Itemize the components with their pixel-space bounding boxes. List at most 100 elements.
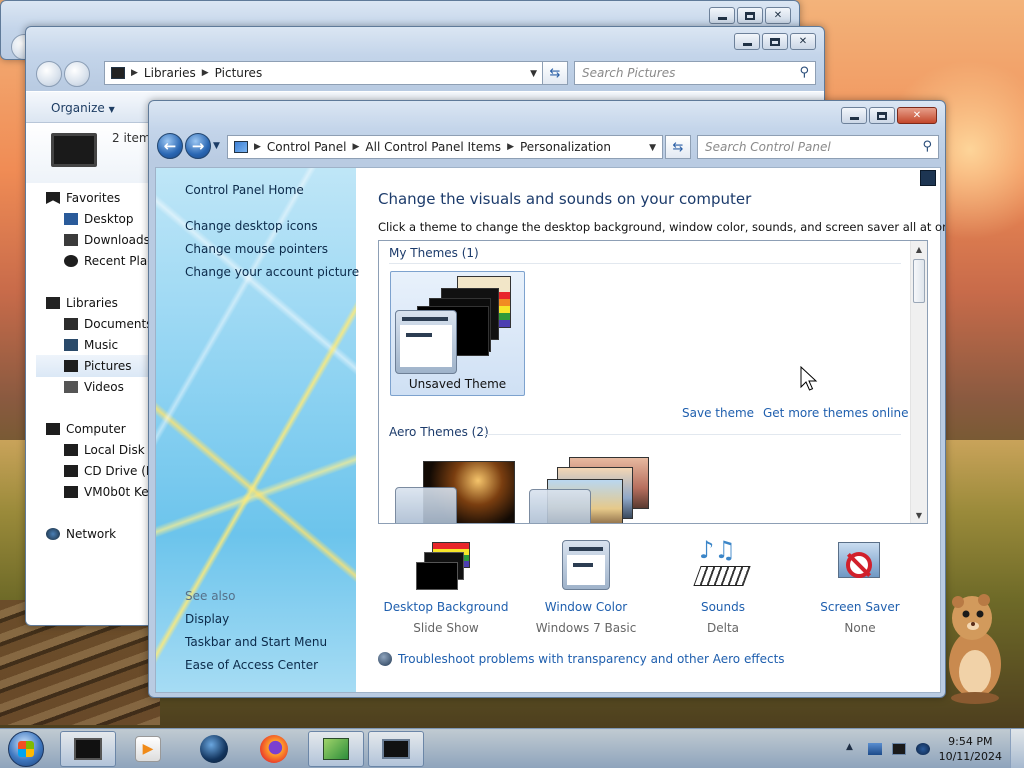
mouse-cursor-icon	[800, 366, 818, 391]
minimize-button[interactable]	[841, 107, 867, 124]
globe-icon	[200, 735, 228, 763]
refresh-icon: ⇆	[549, 65, 561, 81]
nav-pictures[interactable]: Pictures	[36, 355, 151, 377]
chevron-down-icon[interactable]: ▼	[530, 69, 537, 79]
organize-button[interactable]: Organize ▼	[51, 101, 115, 115]
unsaved-theme-label: Unsaved Theme	[408, 377, 507, 391]
control-panel-search-input[interactable]: Search Control Panel ⚲	[697, 135, 939, 159]
background-window-caption-buttons: ✕	[709, 7, 791, 24]
maximize-button[interactable]	[869, 107, 895, 124]
save-theme-link[interactable]: Save theme	[682, 406, 754, 420]
control-panel-caption-buttons: ✕	[841, 107, 937, 124]
page-description: Click a theme to change the desktop back…	[378, 220, 946, 234]
get-more-themes-link[interactable]: Get more themes online	[763, 406, 909, 420]
close-button[interactable]: ✕	[790, 33, 816, 50]
window-color-value: Windows 7 Basic	[535, 621, 637, 635]
breadcrumb-separator-icon: ▶	[201, 68, 209, 78]
ease-of-access-link[interactable]: Ease of Access Center	[185, 658, 318, 672]
themes-list[interactable]: My Themes (1) Unsaved Theme Save theme G…	[378, 240, 928, 524]
history-dropdown-icon[interactable]: ▼	[213, 141, 220, 151]
screen-saver-value: None	[844, 621, 876, 635]
maximize-button[interactable]	[762, 33, 788, 50]
media-player-icon: ▶	[135, 736, 161, 762]
libraries-icon	[46, 297, 60, 309]
close-button[interactable]: ✕	[765, 7, 791, 24]
computer-icon	[111, 67, 125, 79]
maximize-icon	[877, 111, 887, 120]
refresh-button[interactable]: ⇆	[665, 135, 691, 159]
explorer-search-input[interactable]: Search Pictures ⚲	[574, 61, 816, 85]
explorer-address-row: ▶ Libraries ▶ Pictures ▼ ⇆ Search Pictur…	[26, 57, 824, 87]
control-panel-window[interactable]: ✕ ← → ▼ ▶ Control Panel ▶ All Control Pa…	[148, 100, 946, 698]
show-hidden-icons-icon[interactable]: ▲	[846, 742, 853, 752]
forward-button[interactable]	[64, 61, 90, 87]
search-icon[interactable]: ⚲	[922, 139, 932, 154]
taskbar-browser-globe-button[interactable]	[186, 731, 242, 767]
music-icon	[64, 339, 78, 351]
taskbar-explorer-button[interactable]	[60, 731, 116, 767]
maximize-button[interactable]	[737, 7, 763, 24]
clock-time: 9:54 PM	[948, 735, 993, 748]
back-button[interactable]: ←	[157, 133, 183, 159]
troubleshoot-row[interactable]: Troubleshoot problems with transparency …	[378, 652, 785, 666]
unsaved-theme-tile[interactable]: Unsaved Theme	[390, 271, 525, 396]
change-mouse-pointers-link[interactable]: Change mouse pointers	[185, 242, 328, 256]
breadcrumb-control-panel[interactable]: Control Panel	[267, 140, 347, 154]
window-color-title[interactable]: Window Color	[511, 600, 661, 614]
aero-theme-color-preview	[529, 489, 591, 523]
taskbar-start-menu-link[interactable]: Taskbar and Start Menu	[185, 635, 327, 649]
start-button[interactable]	[8, 731, 44, 767]
network-icon[interactable]	[892, 743, 906, 755]
scroll-thumb[interactable]	[913, 259, 925, 303]
minimize-button[interactable]	[734, 33, 760, 50]
sounds-title[interactable]: Sounds	[648, 600, 798, 614]
breadcrumb-all-items[interactable]: All Control Panel Items	[365, 140, 501, 154]
task-pane: Control Panel Home Change desktop icons …	[156, 168, 359, 692]
breadcrumb-personalization[interactable]: Personalization	[520, 140, 611, 154]
taskbar-firefox-button[interactable]	[246, 731, 302, 767]
change-account-picture-link[interactable]: Change your account picture	[185, 265, 359, 279]
aero-theme-color-preview	[395, 487, 457, 523]
breadcrumb-libraries[interactable]: Libraries	[144, 66, 196, 80]
pictures-icon	[64, 360, 78, 372]
taskbar-pictures-button[interactable]	[368, 731, 424, 767]
documents-icon	[64, 318, 78, 330]
navigation-pane[interactable]: Favorites Desktop Downloads Recent Place…	[26, 183, 162, 623]
themes-scrollbar[interactable]: ▲ ▼	[910, 241, 927, 523]
minimize-button[interactable]	[709, 7, 735, 24]
scroll-up-icon[interactable]: ▲	[911, 241, 927, 257]
forward-button[interactable]: →	[185, 133, 211, 159]
scroll-down-icon[interactable]: ▼	[911, 507, 927, 523]
recent-places-icon	[64, 255, 78, 267]
control-panel-home-link[interactable]: Control Panel Home	[185, 183, 304, 197]
close-button[interactable]: ✕	[897, 107, 937, 124]
explorer-address-bar[interactable]: ▶ Libraries ▶ Pictures ▼	[104, 61, 544, 85]
sounds-item[interactable]: ♪♫ Sounds Delta	[648, 536, 798, 635]
troubleshoot-icon	[378, 652, 392, 666]
taskbar-control-panel-button[interactable]	[308, 731, 364, 767]
taskbar-media-player-button[interactable]: ▶	[120, 731, 176, 767]
close-icon: ✕	[912, 109, 922, 121]
control-panel-address-bar[interactable]: ▶ Control Panel ▶ All Control Panel Item…	[227, 135, 663, 159]
refresh-icon: ⇆	[672, 139, 684, 155]
breadcrumb-pictures[interactable]: Pictures	[215, 66, 263, 80]
desktop-background-item[interactable]: Desktop Background Slide Show	[371, 540, 521, 635]
change-desktop-icons-link[interactable]: Change desktop icons	[185, 219, 318, 233]
chevron-down-icon[interactable]: ▼	[649, 143, 656, 153]
volume-icon[interactable]	[916, 743, 930, 755]
back-button[interactable]	[36, 61, 62, 87]
troubleshoot-link[interactable]: Troubleshoot problems with transparency …	[398, 652, 785, 666]
display-link[interactable]: Display	[185, 612, 229, 626]
screen-saver-title[interactable]: Screen Saver	[785, 600, 935, 614]
window-color-item[interactable]: Window Color Windows 7 Basic	[511, 540, 661, 635]
tray-app-icon[interactable]	[868, 743, 882, 755]
screen-saver-item[interactable]: Screen Saver None	[785, 540, 935, 635]
show-desktop-button[interactable]	[1010, 729, 1024, 768]
system-clock[interactable]: 9:54 PM 10/11/2024	[939, 734, 1002, 764]
desktop-background-title[interactable]: Desktop Background	[371, 600, 521, 614]
computer-icon	[46, 423, 60, 435]
search-icon[interactable]: ⚲	[799, 65, 809, 80]
refresh-button[interactable]: ⇆	[542, 61, 568, 85]
hamster-gadget-icon[interactable]	[942, 582, 1008, 704]
help-icon[interactable]	[920, 170, 936, 186]
